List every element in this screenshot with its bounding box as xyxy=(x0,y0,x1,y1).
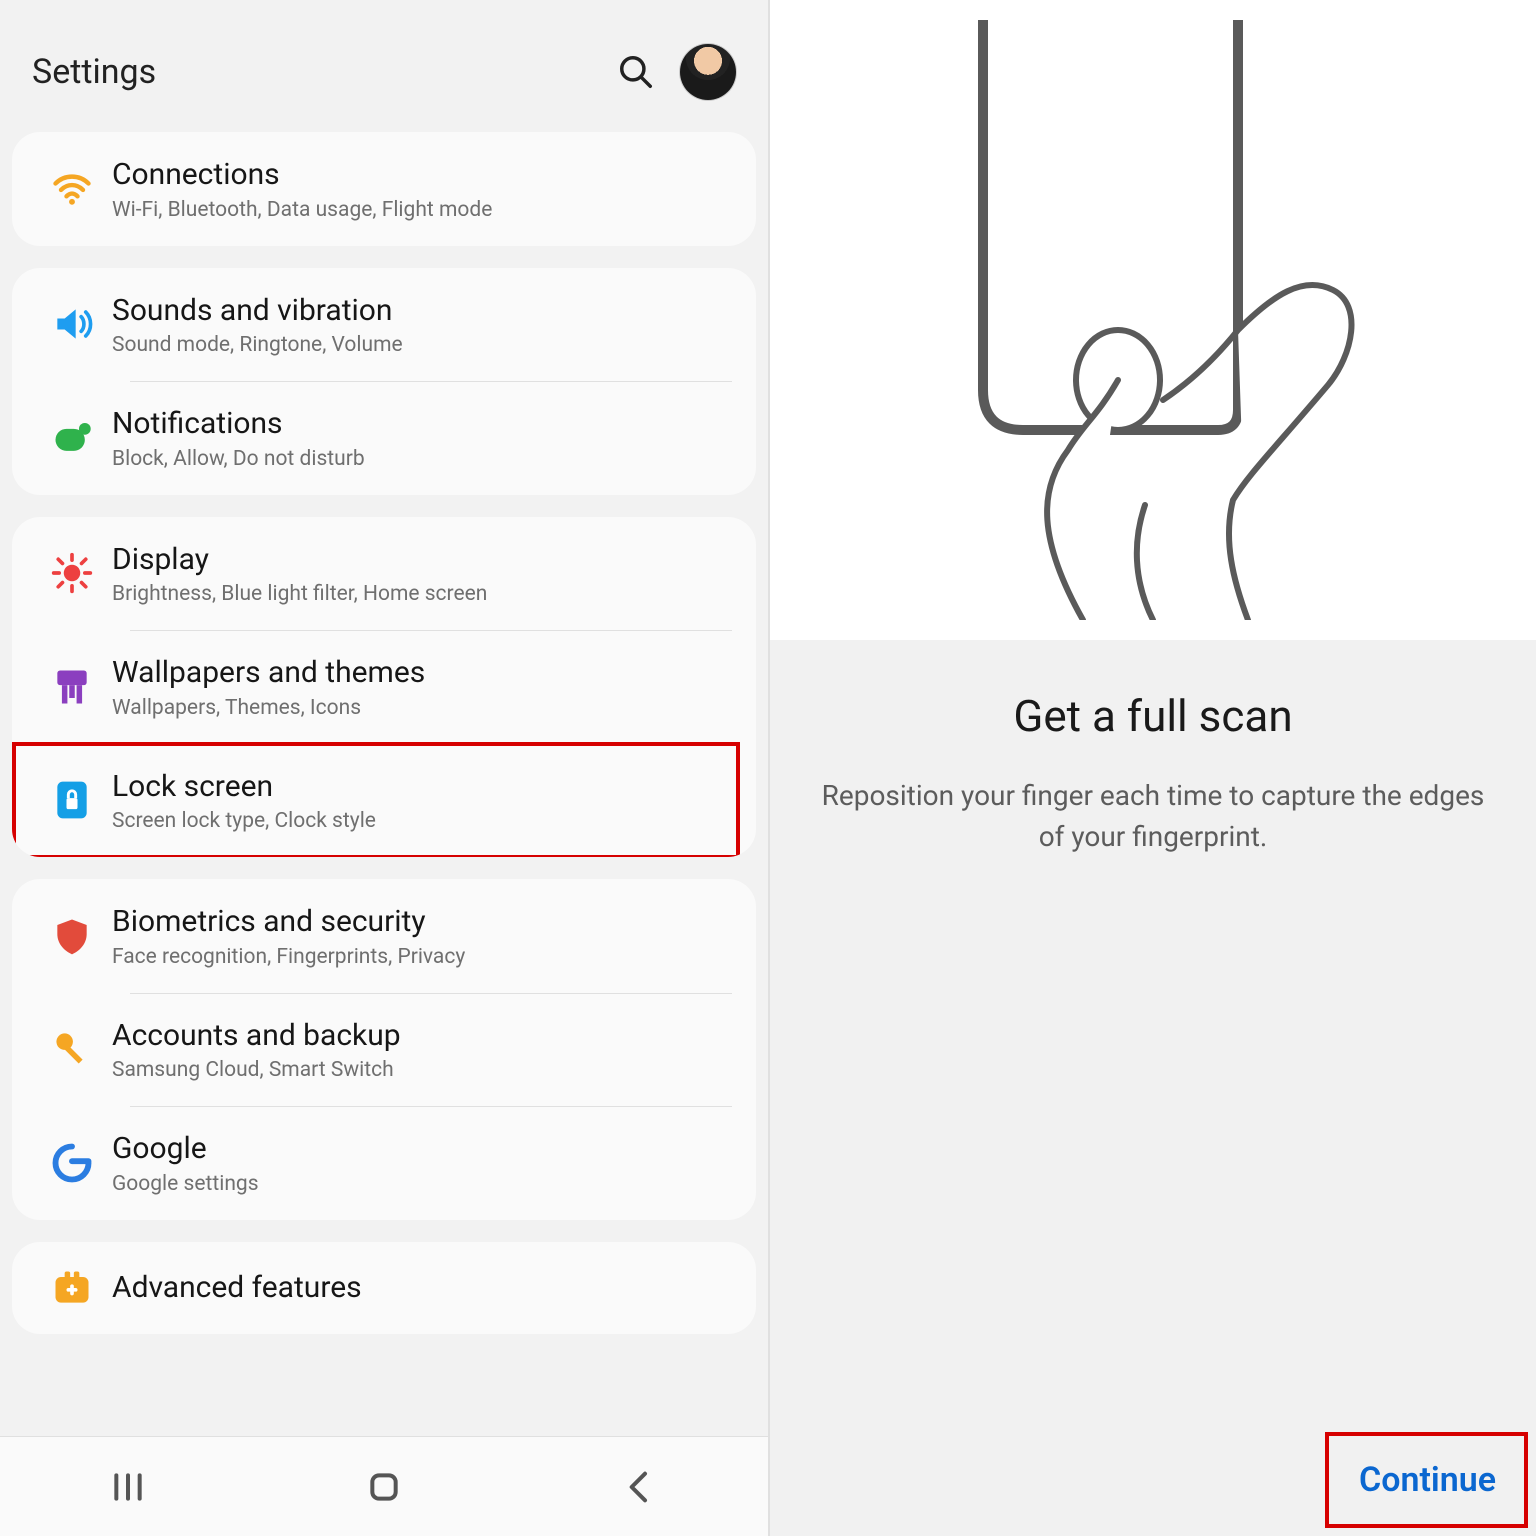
fingerprint-pane: Get a full scan Reposition your finger e… xyxy=(768,0,1536,1536)
settings-group: Advanced features xyxy=(12,1242,756,1334)
instruction-body: Reposition your finger each time to capt… xyxy=(810,776,1496,857)
row-subtitle: Screen lock type, Clock style xyxy=(112,809,734,833)
nav-recents[interactable] xyxy=(68,1457,188,1517)
row-subtitle: Brightness, Blue light filter, Home scre… xyxy=(112,582,734,606)
row-subtitle: Samsung Cloud, Smart Switch xyxy=(112,1058,734,1082)
settings-pane: Settings Connections Wi-Fi, Bluetooth, Da… xyxy=(0,0,768,1536)
row-subtitle: Google settings xyxy=(112,1172,734,1196)
row-subtitle: Wallpapers, Themes, Icons xyxy=(112,696,734,720)
settings-group: Display Brightness, Blue light filter, Ho… xyxy=(12,517,756,858)
advanced-icon xyxy=(32,1266,112,1310)
settings-group: Biometrics and security Face recognition,… xyxy=(12,879,756,1220)
row-subtitle: Sound mode, Ringtone, Volume xyxy=(112,333,734,357)
google-icon xyxy=(32,1141,112,1185)
settings-row-connections[interactable]: Connections Wi-Fi, Bluetooth, Data usage,… xyxy=(12,132,756,246)
settings-row-google[interactable]: Google Google settings xyxy=(12,1106,756,1220)
instruction-block: Get a full scan Reposition your finger e… xyxy=(770,640,1536,1536)
continue-button[interactable]: Continue xyxy=(1337,1442,1518,1518)
row-subtitle: Block, Allow, Do not disturb xyxy=(112,447,734,471)
settings-row-advanced-features[interactable]: Advanced features xyxy=(12,1242,756,1334)
search-button[interactable] xyxy=(604,40,668,104)
row-title: Notifications xyxy=(112,405,734,443)
settings-header: Settings xyxy=(12,12,756,132)
settings-row-biometrics-and-security[interactable]: Biometrics and security Face recognition,… xyxy=(12,879,756,993)
row-title: Advanced features xyxy=(112,1269,734,1307)
display-icon xyxy=(32,551,112,595)
row-title: Google xyxy=(112,1130,734,1168)
row-subtitle: Wi-Fi, Bluetooth, Data usage, Flight mod… xyxy=(112,198,734,222)
instruction-title: Get a full scan xyxy=(810,690,1496,742)
row-title: Sounds and vibration xyxy=(112,292,734,330)
android-navbar xyxy=(0,1436,768,1536)
settings-row-sounds-and-vibration[interactable]: Sounds and vibration Sound mode, Ringtone… xyxy=(12,268,756,382)
row-title: Connections xyxy=(112,156,734,194)
settings-row-wallpapers-and-themes[interactable]: Wallpapers and themes Wallpapers, Themes,… xyxy=(12,630,756,744)
security-icon xyxy=(32,914,112,958)
row-title: Accounts and backup xyxy=(112,1017,734,1055)
settings-group: Connections Wi-Fi, Bluetooth, Data usage,… xyxy=(12,132,756,246)
notifications-icon xyxy=(32,416,112,460)
settings-group: Sounds and vibration Sound mode, Ringtone… xyxy=(12,268,756,495)
row-title: Biometrics and security xyxy=(112,903,734,941)
wallpaper-icon xyxy=(32,665,112,709)
profile-avatar[interactable] xyxy=(680,44,736,100)
row-title: Wallpapers and themes xyxy=(112,654,734,692)
fingerprint-illustration xyxy=(770,0,1536,640)
settings-row-lock-screen[interactable]: Lock screen Screen lock type, Clock style xyxy=(12,744,756,858)
nav-home[interactable] xyxy=(324,1457,444,1517)
settings-row-notifications[interactable]: Notifications Block, Allow, Do not distur… xyxy=(12,381,756,495)
sound-icon xyxy=(32,302,112,346)
page-title: Settings xyxy=(32,52,604,92)
nav-back[interactable] xyxy=(580,1457,700,1517)
search-icon xyxy=(617,53,655,91)
accounts-icon xyxy=(32,1027,112,1071)
lock-icon xyxy=(32,778,112,822)
settings-row-display[interactable]: Display Brightness, Blue light filter, Ho… xyxy=(12,517,756,631)
row-subtitle: Face recognition, Fingerprints, Privacy xyxy=(112,945,734,969)
wifi-icon xyxy=(32,167,112,211)
settings-row-accounts-and-backup[interactable]: Accounts and backup Samsung Cloud, Smart … xyxy=(12,993,756,1107)
row-title: Lock screen xyxy=(112,768,734,806)
row-title: Display xyxy=(112,541,734,579)
